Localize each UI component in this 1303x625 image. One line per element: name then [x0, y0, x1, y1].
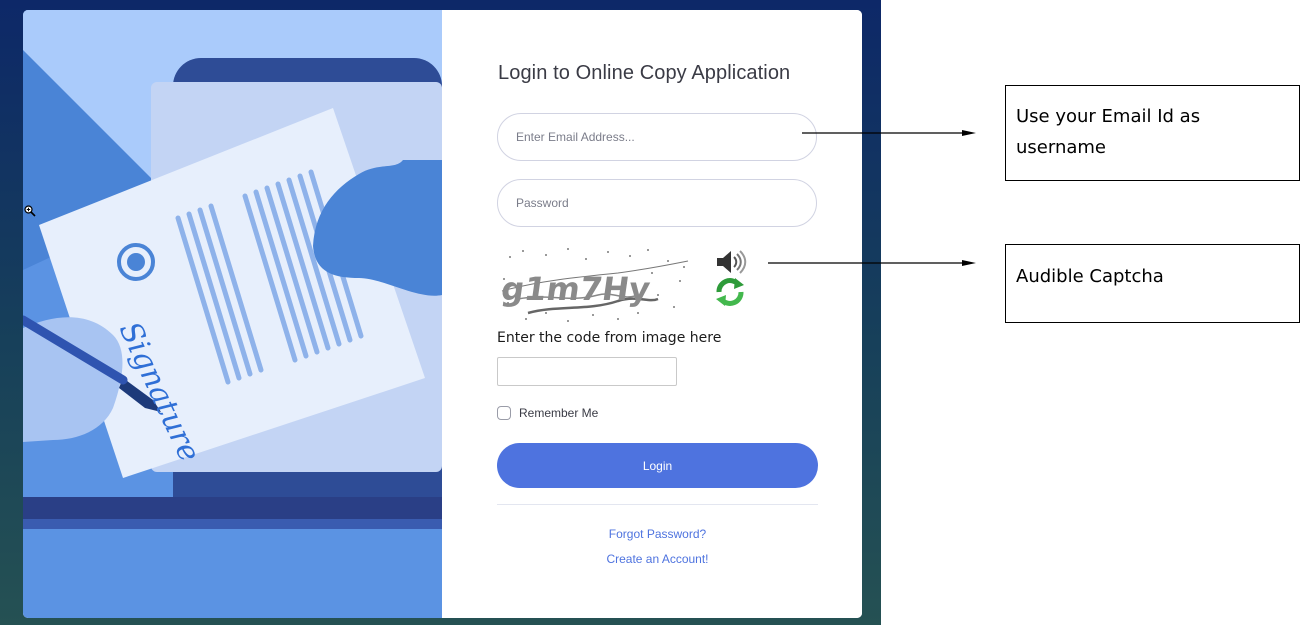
email-input[interactable] — [497, 113, 817, 161]
divider — [497, 504, 818, 505]
captcha-text: g1m7Hy — [499, 270, 653, 308]
captcha-label: Enter the code from image here — [497, 330, 722, 346]
captcha-image: g1m7Hy — [498, 243, 693, 327]
remember-me-row[interactable]: Remember Me — [497, 406, 598, 420]
annotation-email-note: Use your Email Id as username — [1005, 85, 1300, 181]
remember-me-label: Remember Me — [519, 406, 599, 420]
signature-illustration: Signature — [23, 10, 442, 618]
remember-me-checkbox[interactable] — [497, 406, 511, 420]
zoom-in-cursor-icon — [24, 205, 36, 217]
login-button[interactable]: Login — [497, 443, 818, 488]
captcha-input[interactable] — [497, 357, 677, 386]
annotation-captcha-note: Audible Captcha — [1005, 244, 1300, 323]
login-panel: Login to Online Copy Application g1m7Hy — [442, 10, 862, 618]
password-input[interactable] — [497, 179, 817, 227]
page-title: Login to Online Copy Application — [498, 62, 791, 84]
forgot-password-link[interactable]: Forgot Password? — [497, 527, 818, 541]
speaker-icon[interactable] — [713, 248, 747, 276]
login-card: Signature Login to Online Copy Applicati… — [23, 10, 862, 618]
create-account-link[interactable]: Create an Account! — [497, 552, 818, 566]
refresh-icon[interactable] — [713, 276, 747, 308]
